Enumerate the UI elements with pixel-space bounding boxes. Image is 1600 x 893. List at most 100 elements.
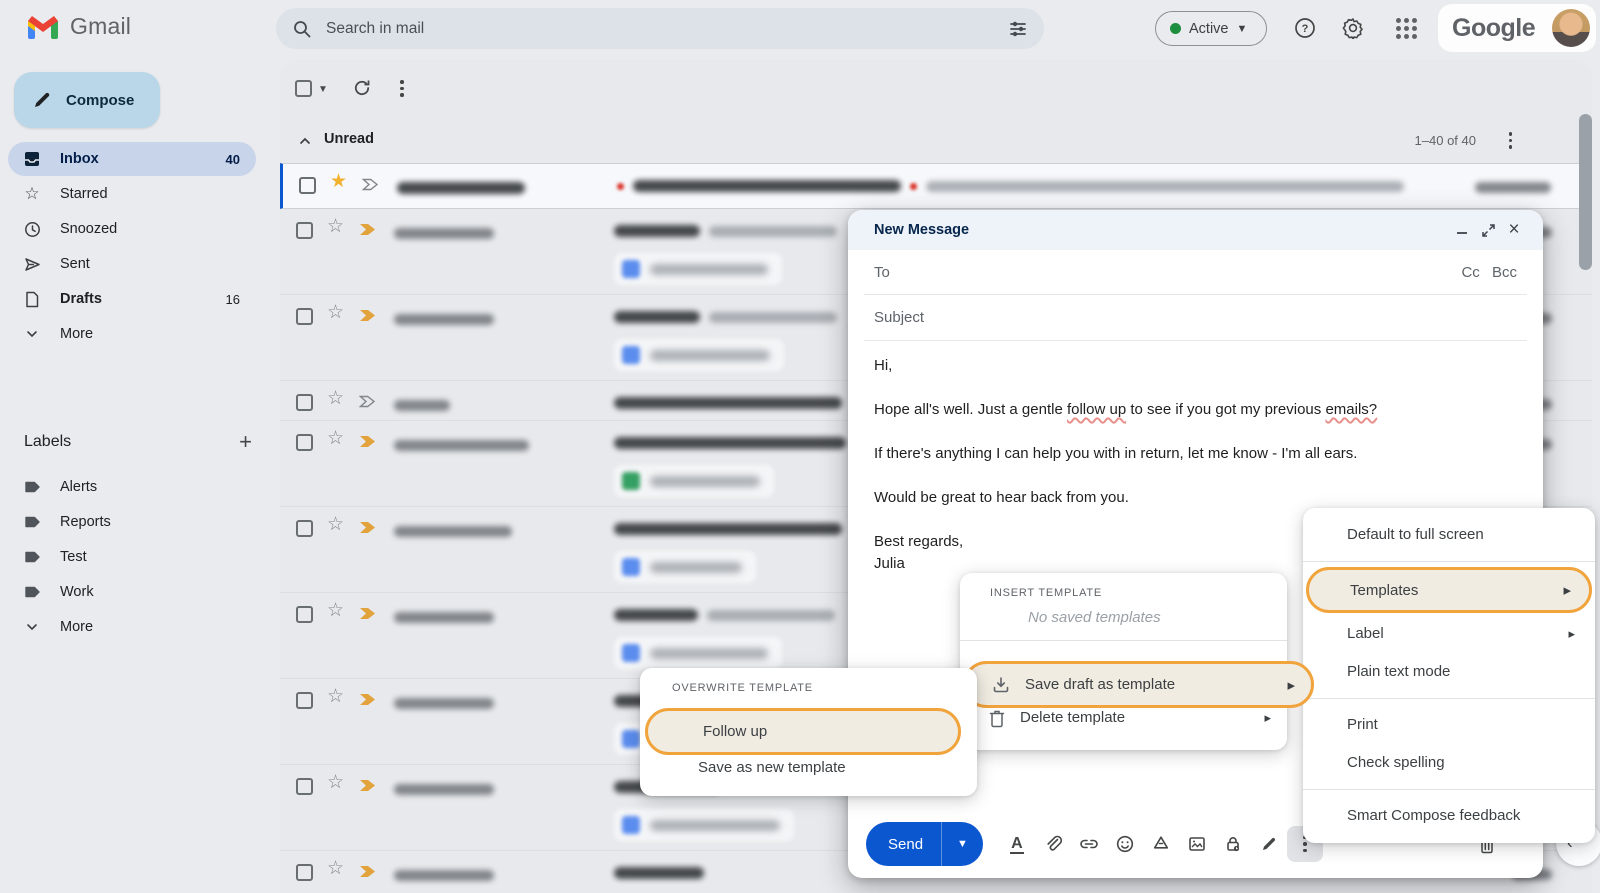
row-checkbox[interactable] <box>296 606 313 623</box>
importance-marker-icon[interactable] <box>359 779 376 792</box>
star-icon[interactable]: ☆ <box>327 303 344 323</box>
select-all-checkbox[interactable] <box>295 80 312 97</box>
menu-item-check-spelling[interactable]: Check spelling <box>1303 744 1595 782</box>
recipients-field[interactable]: To Cc Bcc <box>864 250 1527 295</box>
formatting-options-icon[interactable]: A <box>999 826 1035 862</box>
search-bar[interactable]: Search in mail <box>276 8 1044 49</box>
sidebar-item-sent[interactable]: Sent <box>8 247 256 281</box>
apps-grid-icon[interactable] <box>1394 16 1418 40</box>
send-button[interactable]: Send ▼ <box>866 822 983 866</box>
menu-item-save-draft-as-template-highlighted[interactable]: Save draft as template ▸ <box>963 661 1314 708</box>
importance-marker-icon[interactable] <box>362 178 379 191</box>
section-title[interactable]: Unread <box>324 131 374 147</box>
star-icon[interactable]: ☆ <box>327 601 344 621</box>
row-checkbox[interactable] <box>296 222 313 239</box>
fullscreen-icon[interactable] <box>1475 217 1501 243</box>
importance-marker-icon[interactable] <box>359 865 376 878</box>
pencil-icon <box>32 90 52 110</box>
help-icon[interactable]: ? <box>1293 16 1317 40</box>
insert-emoji-icon[interactable] <box>1107 826 1143 862</box>
misspelled-word: follow up <box>1067 401 1126 418</box>
sidebar-item-drafts[interactable]: Drafts 16 <box>8 282 256 316</box>
attachment-chip[interactable] <box>614 339 784 371</box>
signature-pen-icon[interactable] <box>1251 826 1287 862</box>
row-checkbox[interactable] <box>296 434 313 451</box>
star-icon[interactable]: ☆ <box>327 429 344 449</box>
send-label[interactable]: Send <box>866 822 941 866</box>
settings-gear-icon[interactable] <box>1341 16 1365 40</box>
star-icon[interactable]: ☆ <box>327 515 344 535</box>
pagination-range: 1–40 of 40 <box>1415 133 1476 148</box>
avatar[interactable] <box>1552 9 1590 47</box>
row-checkbox[interactable] <box>296 308 313 325</box>
menu-item-print[interactable]: Print <box>1303 706 1595 744</box>
send-options-icon[interactable]: ▼ <box>942 822 983 866</box>
sidebar-item-more[interactable]: More <box>8 317 256 351</box>
row-checkbox[interactable] <box>296 394 313 411</box>
bcc-button[interactable]: Bcc <box>1492 264 1517 281</box>
attachment-chip[interactable] <box>614 253 782 285</box>
sidebar-label-alerts[interactable]: Alerts <box>8 470 256 504</box>
importance-marker-icon[interactable] <box>359 435 376 448</box>
star-icon[interactable]: ☆ <box>327 773 344 793</box>
menu-item-templates-highlighted[interactable]: Templates ▸ <box>1306 567 1592 613</box>
importance-marker-icon[interactable] <box>359 309 376 322</box>
star-icon[interactable]: ★ <box>330 172 347 192</box>
star-icon[interactable]: ☆ <box>327 687 344 707</box>
sidebar-item-snoozed[interactable]: Snoozed <box>8 212 256 246</box>
chevron-up-icon[interactable] <box>298 134 312 153</box>
sidebar-label-reports[interactable]: Reports <box>8 505 256 539</box>
importance-marker-icon[interactable] <box>359 395 376 408</box>
cc-button[interactable]: Cc <box>1461 264 1479 281</box>
insert-image-icon[interactable] <box>1179 826 1215 862</box>
close-icon[interactable]: × <box>1501 217 1527 243</box>
row-checkbox[interactable] <box>296 864 313 881</box>
section-more-icon[interactable] <box>1509 132 1513 149</box>
attachment-chip[interactable] <box>614 465 774 497</box>
search-input[interactable]: Search in mail <box>326 20 994 38</box>
menu-item-smart-compose-feedback[interactable]: Smart Compose feedback <box>1303 797 1595 835</box>
chat-status-selector[interactable]: Active ▼ <box>1155 11 1267 46</box>
refresh-icon[interactable] <box>352 78 372 103</box>
attachment-chip[interactable] <box>614 809 794 841</box>
star-icon[interactable]: ☆ <box>327 217 344 237</box>
attachment-chip[interactable] <box>614 637 782 669</box>
star-icon[interactable]: ☆ <box>327 859 344 879</box>
sidebar-label-test[interactable]: Test <box>8 540 256 574</box>
scrollbar-thumb[interactable] <box>1579 114 1592 270</box>
chevron-down-icon <box>22 327 42 341</box>
sidebar-labels-more[interactable]: More <box>8 610 256 644</box>
menu-item-label[interactable]: Label ▸ <box>1303 615 1595 653</box>
sidebar-label-work[interactable]: Work <box>8 575 256 609</box>
sidebar-item-inbox[interactable]: Inbox 40 <box>8 142 256 176</box>
subject-field[interactable]: Subject <box>864 295 1527 341</box>
row-checkbox[interactable] <box>296 692 313 709</box>
select-dropdown-icon[interactable]: ▼ <box>318 84 328 95</box>
compose-header[interactable]: New Message × <box>848 210 1543 250</box>
importance-marker-icon[interactable] <box>359 521 376 534</box>
drive-icon[interactable] <box>1143 826 1179 862</box>
attach-file-icon[interactable] <box>1035 826 1071 862</box>
email-row[interactable]: ★ <box>280 163 1592 209</box>
attachment-chip[interactable] <box>614 551 756 583</box>
importance-marker-icon[interactable] <box>359 607 376 620</box>
more-icon[interactable] <box>400 80 404 97</box>
menu-item-follow-up-highlighted[interactable]: Follow up <box>645 708 961 755</box>
add-label-button[interactable]: + <box>239 432 252 452</box>
menu-item-save-as-new-template[interactable]: Save as new template <box>640 752 977 784</box>
row-checkbox[interactable] <box>296 520 313 537</box>
search-options-icon[interactable] <box>1008 19 1028 39</box>
confidential-mode-icon[interactable] <box>1215 826 1251 862</box>
insert-link-icon[interactable] <box>1071 826 1107 862</box>
sidebar-item-starred[interactable]: ☆ Starred <box>8 177 256 211</box>
menu-item-default-fullscreen[interactable]: Default to full screen <box>1303 516 1595 554</box>
row-checkbox[interactable] <box>296 778 313 795</box>
star-icon[interactable]: ☆ <box>327 389 344 409</box>
minimize-icon[interactable] <box>1449 217 1475 243</box>
compose-button[interactable]: Compose <box>14 72 160 128</box>
google-account-card[interactable]: Google <box>1438 4 1596 52</box>
menu-item-plain-text-mode[interactable]: Plain text mode <box>1303 653 1595 691</box>
importance-marker-icon[interactable] <box>359 693 376 706</box>
row-checkbox[interactable] <box>299 177 316 194</box>
importance-marker-icon[interactable] <box>359 223 376 236</box>
